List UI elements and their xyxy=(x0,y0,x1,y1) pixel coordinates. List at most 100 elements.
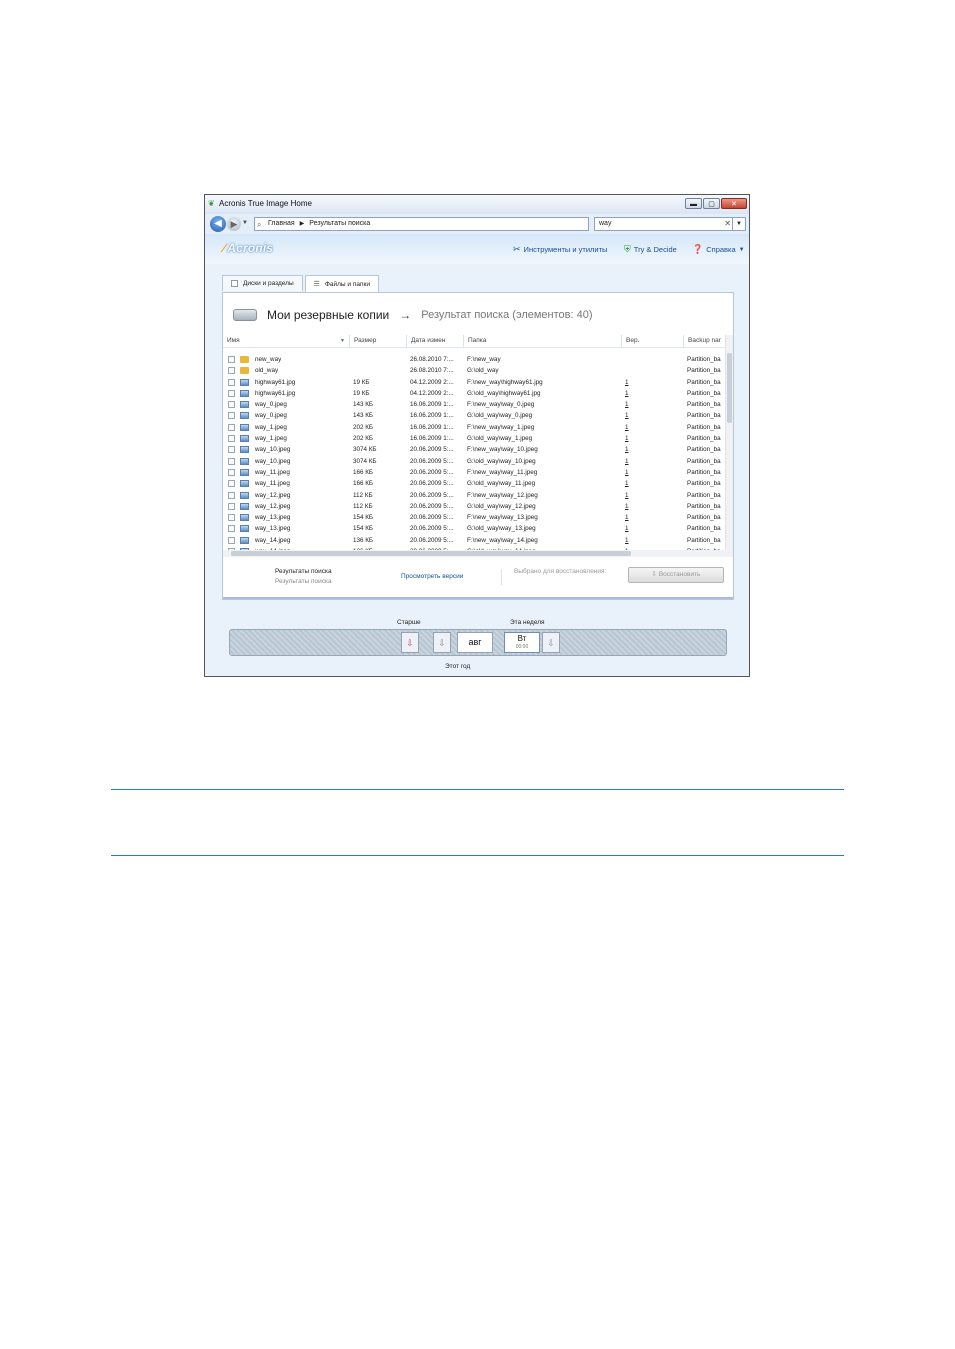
table-row[interactable]: way_1.jpeg 202 КБ 16.06.2009 1:... F:\new_w… xyxy=(223,422,725,433)
cell-ver[interactable]: 1 xyxy=(625,410,629,421)
cell-ver[interactable]: 1 xyxy=(625,388,629,399)
column-version[interactable]: Вер. xyxy=(621,335,683,347)
cell-size: 136 КБ xyxy=(353,536,374,544)
table-row[interactable]: way_11.jpeg 166 КБ 20.06.2009 5:... G:\old_… xyxy=(223,478,725,489)
row-checkbox[interactable] xyxy=(228,435,235,443)
close-button[interactable]: ✕ xyxy=(721,198,747,209)
row-checkbox[interactable] xyxy=(228,536,235,544)
cell-folder: F:\new_way\way_0.jpeg xyxy=(467,401,535,409)
tab-files-folders[interactable]: ☰ Файлы и папки xyxy=(304,275,379,293)
cell-ver[interactable]: 1 xyxy=(625,433,629,444)
column-size[interactable]: Размер xyxy=(349,335,406,347)
back-arrow-icon[interactable]: ◀ xyxy=(210,216,226,232)
shield-icon: ⛨ xyxy=(624,244,631,254)
cell-backup: Partition_ba xyxy=(687,378,721,386)
search-dropdown-icon[interactable]: ▼ xyxy=(732,218,745,230)
row-checkbox[interactable] xyxy=(228,491,235,499)
forward-arrow-icon[interactable]: ▶ xyxy=(227,217,241,231)
cell-ver[interactable]: 1 xyxy=(625,467,629,478)
cell-ver[interactable]: 1 xyxy=(625,456,629,467)
cell-size: 143 КБ xyxy=(353,401,374,409)
disk-icon xyxy=(231,280,238,287)
cell-ver[interactable]: 1 xyxy=(625,523,629,534)
horizontal-scrollbar[interactable] xyxy=(223,550,733,557)
cell-ver[interactable]: 1 xyxy=(625,501,629,512)
cell-ver[interactable]: 1 xyxy=(625,377,629,388)
timeline-prev-button[interactable]: ⇩ xyxy=(433,632,451,653)
table-row[interactable]: old_way 26.08.2010 7:... G:\old_way Partiti… xyxy=(223,365,725,376)
row-checkbox[interactable] xyxy=(228,378,235,386)
cell-folder: G:\old_way\way_0.jpeg xyxy=(467,412,533,420)
row-checkbox[interactable] xyxy=(228,514,235,522)
cell-size: 166 КБ xyxy=(353,480,374,488)
row-checkbox[interactable] xyxy=(228,367,235,375)
tools-utilities-button[interactable]: ✂ Инструменты и утилиты xyxy=(513,244,607,255)
scroll-thumb[interactable] xyxy=(231,551,631,556)
row-checkbox[interactable] xyxy=(228,446,235,454)
row-checkbox[interactable] xyxy=(228,389,235,397)
vertical-scrollbar[interactable] xyxy=(725,335,733,550)
column-folder[interactable]: Папка xyxy=(463,335,621,347)
tab-disks-partitions[interactable]: Диски и разделы xyxy=(222,275,303,291)
cell-ver[interactable]: 1 xyxy=(625,512,629,523)
table-body: new_way 26.08.2010 7:... F:\new_way Partiti… xyxy=(223,354,725,550)
cell-backup: Partition_ba xyxy=(687,435,721,443)
view-versions-link[interactable]: Просмотреть версии xyxy=(401,573,463,580)
row-checkbox[interactable] xyxy=(228,401,235,409)
breadcrumb-home[interactable]: Главная xyxy=(268,220,295,227)
cell-ver[interactable]: 1 xyxy=(625,444,629,455)
table-row[interactable]: way_12.jpeg 112 КБ 20.06.2009 5:... F:\new_… xyxy=(223,490,725,501)
scroll-thumb[interactable] xyxy=(727,353,732,423)
table-row[interactable]: highway61.jpg 19 КБ 04.12.2009 2:... F:\new… xyxy=(223,377,725,388)
table-row[interactable]: way_13.jpeg 154 КБ 20.06.2009 5:... F:\new_… xyxy=(223,512,725,523)
table-row[interactable]: way_10.jpeg 3074 КБ 20.06.2009 5:... F:\new… xyxy=(223,444,725,455)
clear-search-icon[interactable]: ✕ xyxy=(724,218,731,230)
row-checkbox[interactable] xyxy=(228,457,235,465)
row-checkbox[interactable] xyxy=(228,423,235,431)
timeline-day[interactable]: Вт 00:00 xyxy=(504,632,540,653)
cell-ver[interactable]: 1 xyxy=(625,490,629,501)
history-dropdown-icon[interactable]: ▼ xyxy=(242,220,248,226)
cell-backup: Partition_ba xyxy=(687,356,721,363)
cell-ver[interactable]: 1 xyxy=(625,399,629,410)
row-checkbox[interactable] xyxy=(228,412,235,420)
row-checkbox[interactable] xyxy=(228,502,235,510)
table-row[interactable]: way_1.jpeg 202 КБ 16.06.2009 1:... G:\old_w… xyxy=(223,433,725,444)
page-title[interactable]: Мои резервные копии xyxy=(267,308,389,322)
address-bar[interactable]: ⌕ Главная ▶ Результаты поиска xyxy=(254,217,589,231)
search-icon: ⌕ xyxy=(257,220,262,229)
table-row[interactable]: highway61.jpg 19 КБ 04.12.2009 2:... G:\old… xyxy=(223,388,725,399)
maximize-button[interactable]: ▢ xyxy=(703,198,720,209)
cell-date: 20.06.2009 5:... xyxy=(410,502,454,510)
row-checkbox[interactable] xyxy=(228,480,235,488)
table-row[interactable]: way_13.jpeg 154 КБ 20.06.2009 5:... G:\old_… xyxy=(223,523,725,534)
restore-button[interactable]: ⇩ Восстановить xyxy=(628,567,724,583)
breadcrumb-search-results[interactable]: Результаты поиска xyxy=(309,220,370,227)
column-date[interactable]: Дата измен xyxy=(406,335,463,347)
table-row[interactable]: way_12.jpeg 112 КБ 20.06.2009 5:... G:\old_… xyxy=(223,501,725,512)
table-row[interactable]: way_11.jpeg 166 КБ 20.06.2009 5:... F:\new_… xyxy=(223,467,725,478)
minimize-button[interactable]: ▬ xyxy=(685,198,702,209)
search-input[interactable]: way ✕ ▼ xyxy=(594,217,746,231)
row-checkbox[interactable] xyxy=(228,468,235,476)
table-row[interactable]: way_14.jpeg 136 КБ 20.06.2009 5:... F:\new_… xyxy=(223,535,725,546)
timeline-month[interactable]: авг xyxy=(457,632,493,653)
cell-folder: G:\old_way\way_10.jpeg xyxy=(467,457,536,465)
table-row[interactable]: way_0.jpeg 143 КБ 16.06.2009 1:... F:\new_w… xyxy=(223,399,725,410)
row-checkbox[interactable] xyxy=(228,356,235,363)
column-name[interactable]: Имя ▼ xyxy=(223,335,349,347)
table-row[interactable]: new_way 26.08.2010 7:... F:\new_way Partiti… xyxy=(223,354,725,365)
timeline-next-button[interactable]: ⇩ xyxy=(542,632,560,653)
timeline-older-button[interactable]: ⇩ xyxy=(401,632,419,653)
cell-name: way_1.jpeg xyxy=(255,435,287,443)
cell-ver[interactable]: 1 xyxy=(625,422,629,433)
cell-ver[interactable]: 1 xyxy=(625,535,629,546)
try-decide-button[interactable]: ⛨ Try & Decide xyxy=(624,244,677,255)
cell-ver[interactable]: 1 xyxy=(625,478,629,489)
help-button[interactable]: ❓ Справка ▼ xyxy=(692,244,745,255)
table-row[interactable]: way_10.jpeg 3074 КБ 20.06.2009 5:... G:\old… xyxy=(223,456,725,467)
table-row[interactable]: way_0.jpeg 143 КБ 16.06.2009 1:... G:\old_w… xyxy=(223,410,725,421)
cell-backup: Partition_ba xyxy=(687,468,721,476)
column-backup-name[interactable]: Backup nar xyxy=(683,335,725,347)
row-checkbox[interactable] xyxy=(228,525,235,533)
